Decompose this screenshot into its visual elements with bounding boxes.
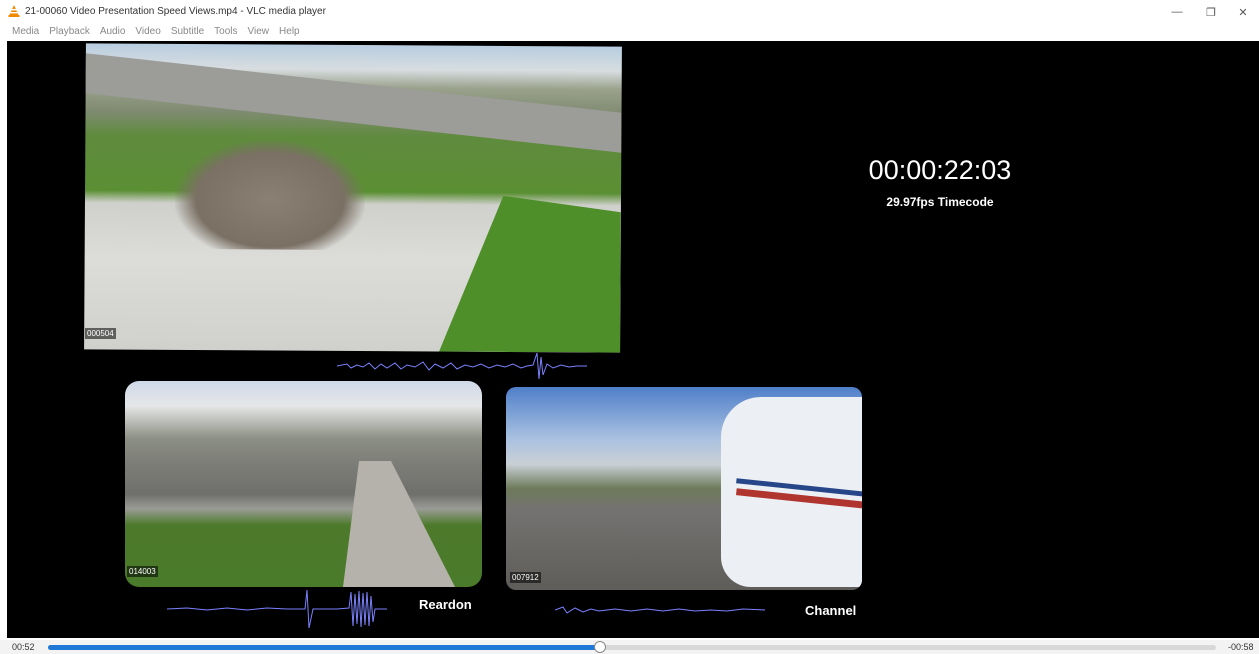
camera-id-channel: 007912 — [510, 572, 541, 583]
camera-feed-channel — [506, 387, 862, 590]
camera-id-main: 000504 — [85, 328, 116, 339]
title-bar: 21-00060 Video Presentation Speed Views.… — [0, 0, 1259, 22]
lawn-scene — [439, 196, 621, 353]
vlc-cone-icon — [8, 5, 20, 17]
audio-waveform-main — [337, 352, 587, 380]
elapsed-time: 00:52 — [12, 642, 35, 652]
minimize-button[interactable]: — — [1160, 2, 1194, 22]
menu-audio[interactable]: Audio — [95, 24, 131, 39]
video-surface[interactable]: 000504 014003 007912 Reardon Channel 00:… — [7, 41, 1259, 638]
menu-media[interactable]: Media — [0, 24, 44, 39]
camera-feed-reardon — [125, 381, 482, 587]
menu-tools[interactable]: Tools — [209, 24, 242, 39]
seek-bar: 00:52 -00:58 — [0, 640, 1259, 654]
menu-view[interactable]: View — [243, 24, 275, 39]
menu-help[interactable]: Help — [274, 24, 305, 39]
menu-bar: Media Playback Audio Video Subtitle Tool… — [0, 24, 305, 39]
remaining-time[interactable]: -00:58 — [1228, 642, 1254, 652]
timecode-caption: 29.97fps Timecode — [886, 195, 994, 209]
timecode-display: 00:00:22:03 — [868, 155, 1012, 185]
sidewalk-scene — [343, 461, 455, 587]
menu-video[interactable]: Video — [130, 24, 165, 39]
menu-subtitle[interactable]: Subtitle — [166, 24, 209, 39]
audio-waveform-reardon — [167, 589, 387, 629]
parked-car-scene — [174, 138, 366, 251]
camera-label-channel: Channel — [805, 603, 857, 618]
close-button[interactable]: ✕ — [1226, 2, 1259, 22]
menu-playback[interactable]: Playback — [44, 24, 95, 39]
seek-slider[interactable] — [48, 641, 1216, 653]
window-title: 21-00060 Video Presentation Speed Views.… — [25, 6, 326, 17]
seek-progress-fill — [48, 645, 601, 650]
audio-waveform-channel — [555, 606, 765, 614]
camera-id-reardon: 014003 — [127, 566, 158, 577]
street-scene — [85, 53, 622, 153]
seek-handle[interactable] — [594, 641, 607, 653]
camera-label-reardon: Reardon — [419, 597, 472, 612]
maximize-button[interactable]: ❐ — [1194, 2, 1228, 22]
camera-feed-main — [84, 43, 622, 353]
